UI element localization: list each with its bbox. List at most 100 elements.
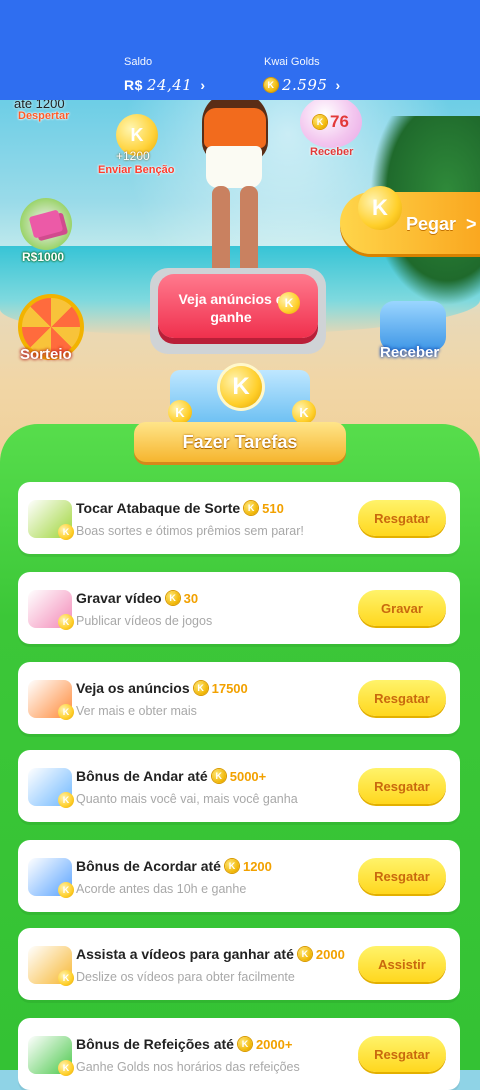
lunchbox-icon: K <box>28 1036 74 1076</box>
task-action-button[interactable]: Resgatar <box>358 858 446 894</box>
pegar-label: Pegar <box>406 214 457 234</box>
k-coin-icon: K <box>292 400 316 424</box>
tasks-panel: K Tocar Atabaque de Sorte K 510 Boas sor… <box>0 424 480 1090</box>
k-coin-icon: K <box>211 769 226 783</box>
task-subtitle: Publicar vídeos de jogos <box>76 614 213 628</box>
task-card: K Gravar vídeo K 30 Publicar vídeos de j… <box>18 572 460 644</box>
task-reward: 17500 <box>211 680 248 696</box>
k-coin-icon: K <box>278 292 300 314</box>
task-card: K Bônus de Andar até K 5000+ Quanto mais… <box>18 750 460 822</box>
task-reward: 510 <box>262 500 284 516</box>
k-coin-icon: K <box>193 681 208 695</box>
task-title-row: Gravar vídeo K 30 <box>76 590 198 606</box>
task-action-button[interactable]: Assistir <box>358 946 446 982</box>
tv-icon: K <box>28 680 74 720</box>
task-action-button[interactable]: Gravar <box>358 590 446 626</box>
task-card: K Bônus de Refeições até K 2000+ Ganhe G… <box>18 1018 460 1090</box>
receive-bubble-label[interactable]: Receber <box>310 146 353 158</box>
task-reward: 2000+ <box>255 1036 293 1052</box>
bubble-value: 76 <box>330 112 349 131</box>
send-blessing-label[interactable]: Enviar Benção <box>98 164 174 176</box>
balance-block[interactable]: Saldo R$ 24,41 › <box>124 56 206 94</box>
task-reward: 2000 <box>315 946 345 962</box>
task-title-row: Tocar Atabaque de Sorte K 510 <box>76 500 284 516</box>
task-title: Assista a vídeos para ganhar até <box>76 946 294 962</box>
k-coin-icon: K <box>297 947 312 961</box>
k-coin-icon: K <box>58 614 74 630</box>
k-coin-icon: K <box>58 970 74 986</box>
task-action-button[interactable]: Resgatar <box>358 768 446 804</box>
gift-receive-label[interactable]: Receber <box>380 344 439 361</box>
task-action-button[interactable]: Resgatar <box>358 500 446 536</box>
task-title-row: Assista a vídeos para ganhar até K 2000 <box>76 946 345 962</box>
k-coin-icon: K <box>220 366 262 408</box>
watch-ads-label: Veja anúncios e ganhe <box>178 291 284 325</box>
task-reward: 1200 <box>242 858 272 874</box>
receive-bubble[interactable]: K 76 <box>300 96 362 148</box>
task-subtitle: Boas sortes e ótimos prêmios sem parar! <box>76 524 304 538</box>
task-title: Bônus de Refeições até <box>76 1036 234 1052</box>
top-header: Saldo R$ 24,41 › Kwai Golds K 2.595 › <box>0 0 480 100</box>
task-subtitle: Deslize os vídeos para obter facilmente <box>76 970 295 984</box>
balance-amount: 24,41 <box>146 76 193 94</box>
bless-value: +1200 <box>116 149 150 163</box>
currency-symbol: R$ <box>124 77 143 93</box>
golds-value[interactable]: K 2.595 › <box>264 76 341 94</box>
k-coin-icon: K <box>58 882 74 898</box>
task-card: K Bônus de Acordar até K 1200 Acorde ant… <box>18 840 460 912</box>
task-title-row: Bônus de Andar até K 5000+ <box>76 768 266 784</box>
task-title-row: Bônus de Acordar até K 1200 <box>76 858 272 874</box>
k-coin-icon: K <box>58 524 74 540</box>
task-reward: 30 <box>183 590 199 606</box>
task-action-button[interactable]: Resgatar <box>358 1036 446 1072</box>
task-title-row: Bônus de Refeições até K 2000+ <box>76 1036 292 1052</box>
money-reward-label[interactable]: R$1000 <box>22 250 64 264</box>
k-coin-icon: K <box>224 859 239 873</box>
wake-button-label[interactable]: Despertar <box>18 110 69 122</box>
k-coin-icon: K <box>264 78 278 92</box>
task-subtitle: Ver mais e obter mais <box>76 704 197 718</box>
task-card: K Veja os anúncios K 17500 Ver mais e ob… <box>18 662 460 734</box>
chevron-right-icon: › <box>200 77 206 93</box>
task-subtitle: Quanto mais você vai, mais você ganha <box>76 792 298 806</box>
watch-ads-button[interactable]: Veja anúncios e ganhe K <box>150 268 326 354</box>
task-card: K Tocar Atabaque de Sorte K 510 Boas sor… <box>18 482 460 554</box>
task-subtitle: Ganhe Golds nos horários das refeições <box>76 1060 300 1074</box>
k-coin-icon: K <box>168 400 192 424</box>
task-title: Tocar Atabaque de Sorte <box>76 500 241 516</box>
moon-icon: K <box>28 858 74 898</box>
task-title: Bônus de Acordar até <box>76 858 221 874</box>
tasks-title: Fazer Tarefas <box>134 422 346 462</box>
tasks-banner: K K K Fazer Tarefas <box>120 366 360 466</box>
balance-label: Saldo <box>124 56 153 68</box>
watch-ads-button-face[interactable]: Veja anúncios e ganhe K <box>158 274 318 338</box>
pegar-button[interactable]: K Pegar > <box>340 186 480 254</box>
movie-camera-icon: K <box>28 946 74 986</box>
k-coin-icon: K <box>58 792 74 808</box>
golds-label: Kwai Golds <box>264 56 320 68</box>
money-stack-icon[interactable] <box>20 198 72 250</box>
task-title: Veja os anúncios <box>76 680 190 696</box>
video-camera-icon: K <box>28 590 74 630</box>
k-coin-icon: K <box>244 501 259 515</box>
task-reward: 5000+ <box>229 768 267 784</box>
task-title-row: Veja os anúncios K 17500 <box>76 680 248 696</box>
task-subtitle: Acorde antes das 10h e ganhe <box>76 882 247 896</box>
drum-icon: K <box>28 500 74 540</box>
walking-person-icon: K <box>28 768 74 808</box>
k-coin-icon: K <box>313 115 328 129</box>
chevron-right-icon: > <box>466 214 477 234</box>
golds-block[interactable]: Kwai Golds K 2.595 › <box>264 56 341 94</box>
task-action-button[interactable]: Resgatar <box>358 680 446 716</box>
task-title: Bônus de Andar até <box>76 768 208 784</box>
character-avatar <box>190 92 280 286</box>
k-coin-icon: K <box>58 1060 74 1076</box>
k-coin-icon: K <box>165 591 180 605</box>
lottery-label[interactable]: Sorteio <box>20 346 72 363</box>
task-title: Gravar vídeo <box>76 590 162 606</box>
k-coin-icon: K <box>237 1037 252 1051</box>
task-card: K Assista a vídeos para ganhar até K 200… <box>18 928 460 1000</box>
balance-value[interactable]: R$ 24,41 › <box>124 76 206 94</box>
golds-amount: 2.595 <box>282 76 328 94</box>
chevron-right-icon: › <box>335 77 341 93</box>
